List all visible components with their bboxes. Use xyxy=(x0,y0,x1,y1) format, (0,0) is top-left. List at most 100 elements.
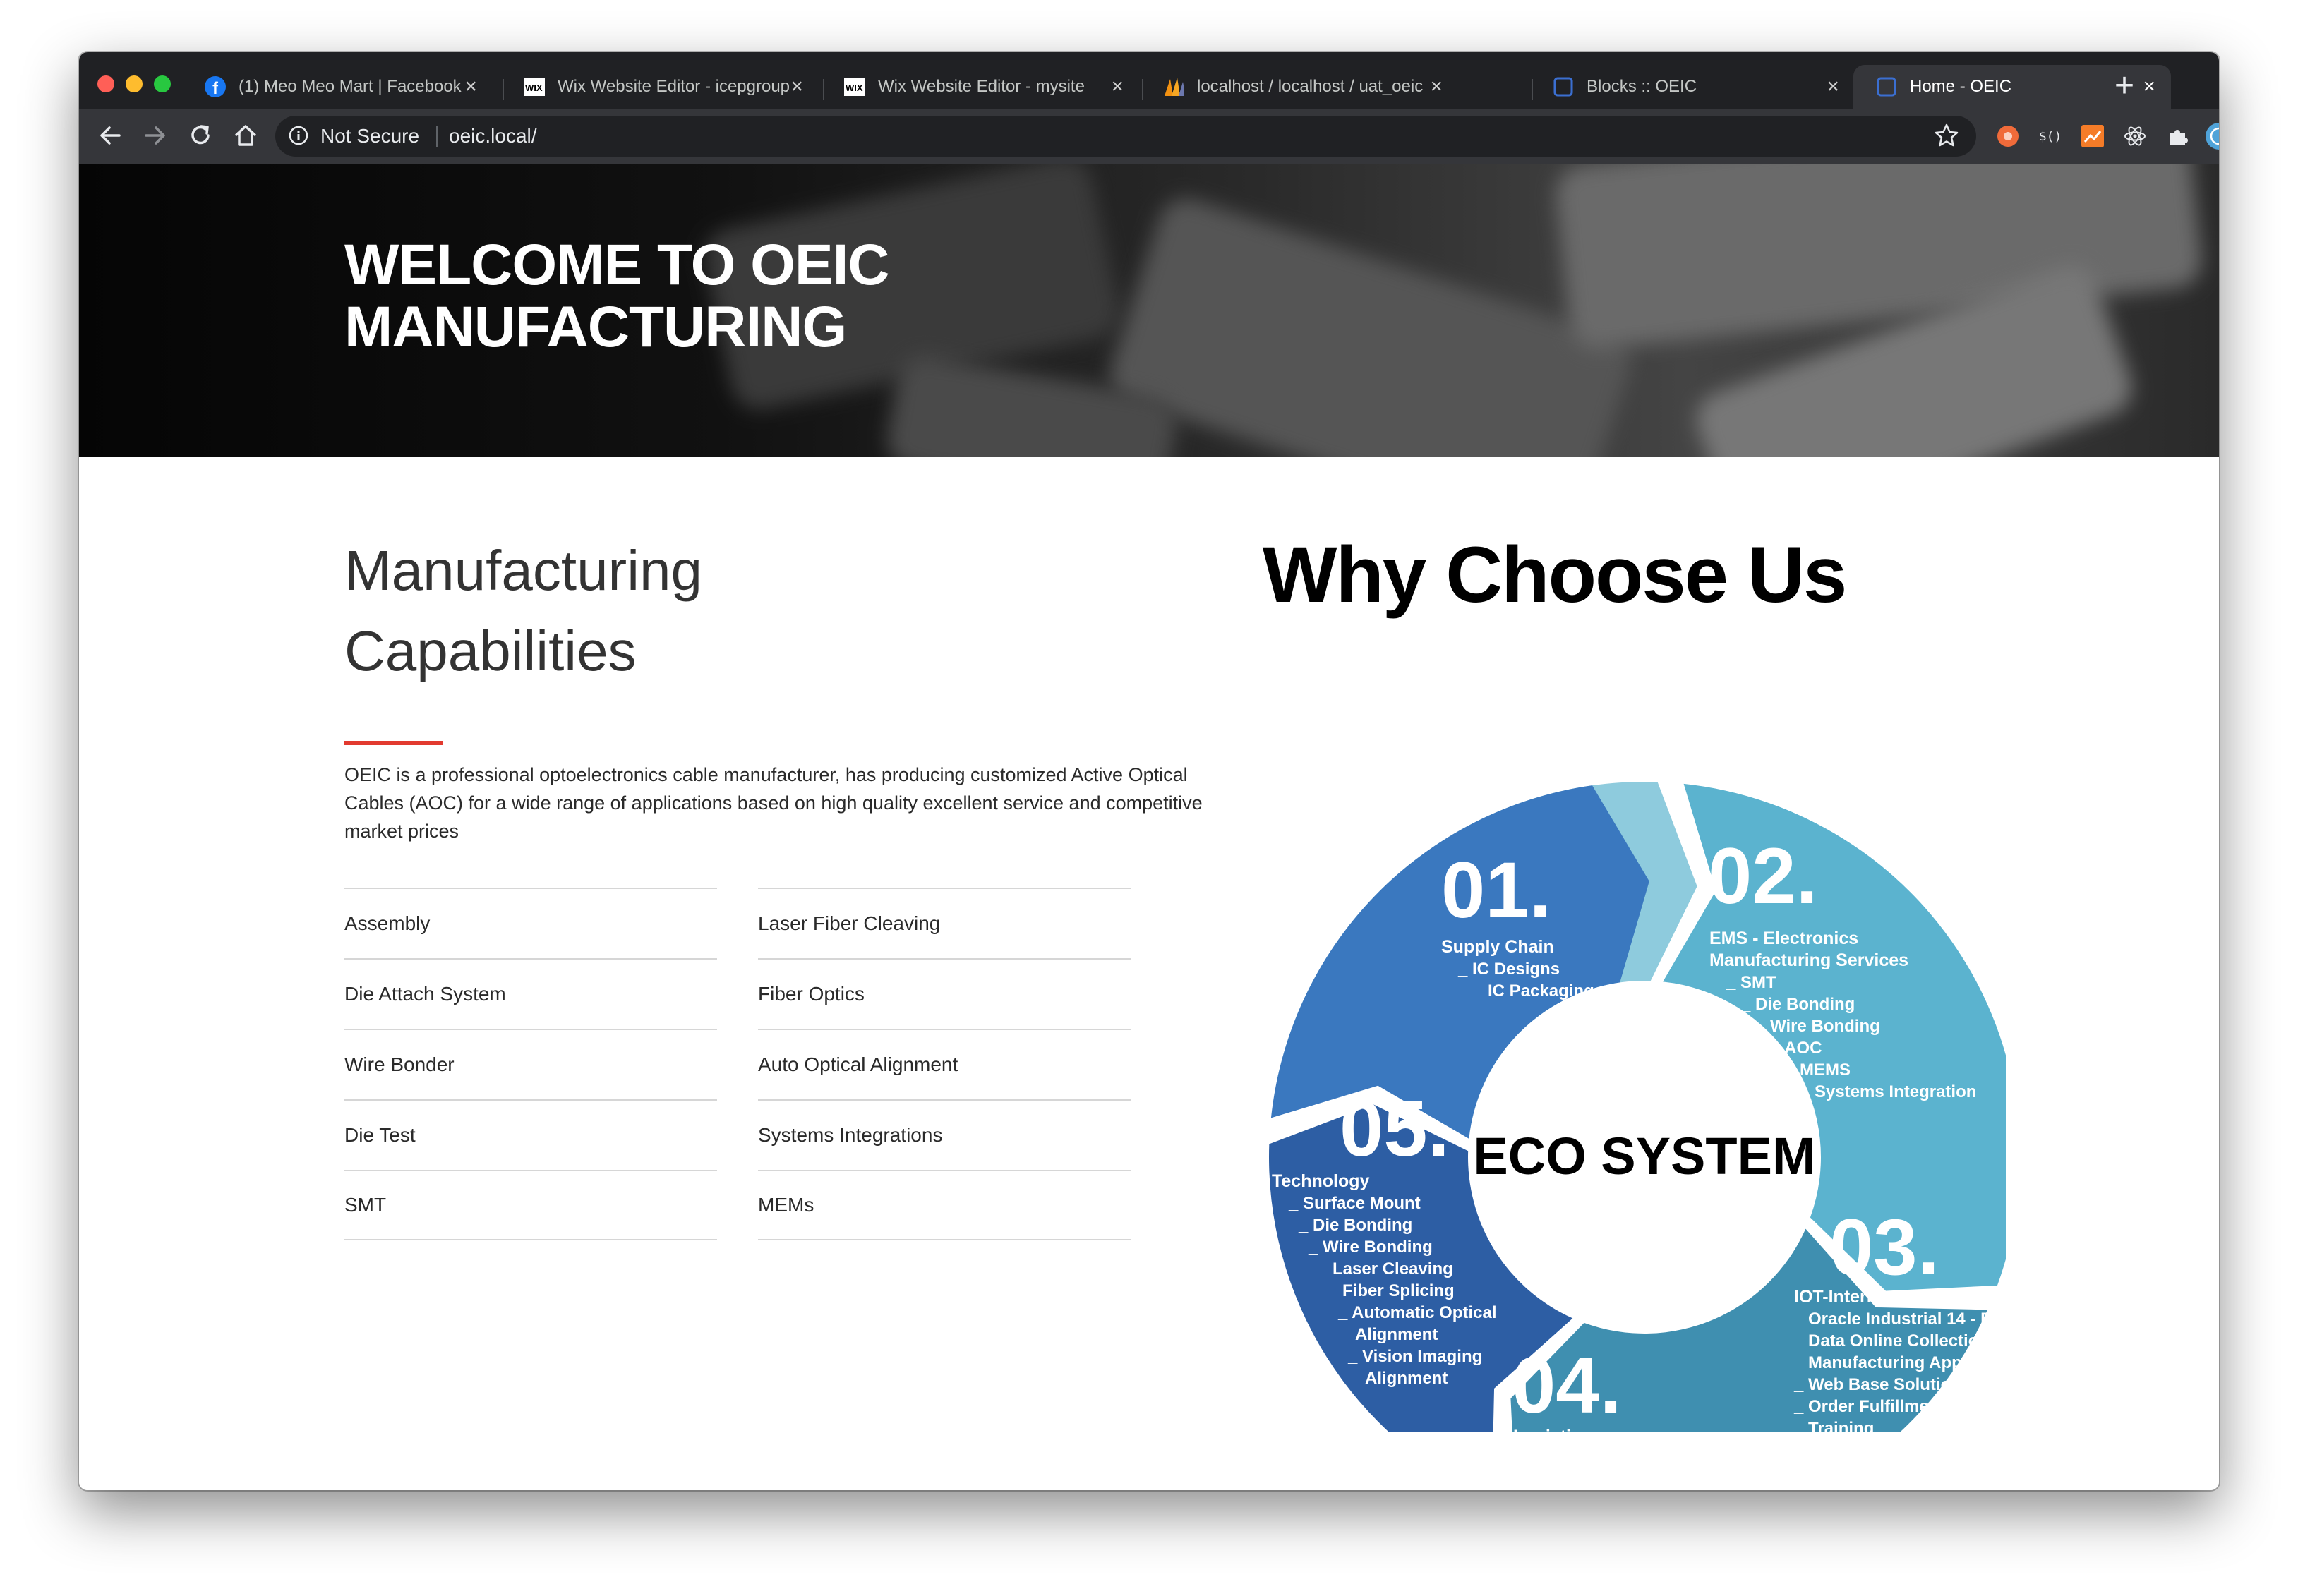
hero-background-shape xyxy=(1102,191,1639,457)
wix-icon: WIX xyxy=(524,76,545,97)
eco-segment-item: _ Training xyxy=(1793,1419,1874,1432)
omnibox-divider xyxy=(436,126,438,147)
info-icon[interactable] xyxy=(288,125,309,146)
eco-segment-item: _ Web Base Solutions xyxy=(1793,1375,1971,1394)
eco-segment-heading: Supply Chain xyxy=(1441,937,1554,957)
tab-blocks-oeic[interactable]: Blocks :: OEIC × xyxy=(1530,65,1855,109)
hero-title: WELCOME TO OEIC MANUFACTURING xyxy=(344,233,890,359)
tab-close-icon[interactable]: × xyxy=(1111,75,1124,99)
why-choose-us-heading: Why Choose Us xyxy=(1262,531,1848,619)
tab-close-icon[interactable]: × xyxy=(1827,75,1839,99)
eco-segment-item: _ MEMS xyxy=(1785,1060,1851,1080)
eco-segment-number: 01. xyxy=(1441,846,1551,934)
security-label: Not Secure xyxy=(320,125,420,147)
wix-icon: WIX xyxy=(844,76,865,97)
tab-close-icon[interactable]: × xyxy=(790,75,803,99)
eco-segment-heading: EMS - Electronics xyxy=(1709,929,1858,948)
tab-title: Blocks :: OEIC xyxy=(1587,77,1697,96)
capability-item: Systems Integrations xyxy=(758,1099,1131,1170)
eco-segment-item: _ Oracle Industrial 14 - ERP xyxy=(1793,1310,2006,1329)
eco-segment-item: _ Die Bonding xyxy=(1740,995,1855,1014)
eco-segment-item: _ Die Bonding xyxy=(1298,1216,1412,1235)
tab-close-icon[interactable]: × xyxy=(464,75,477,99)
svg-text:f: f xyxy=(212,79,219,97)
eco-segment-item: _ Fiber Splicing xyxy=(1328,1281,1455,1300)
capability-item: Die Attach System xyxy=(344,958,717,1029)
eco-segment-item: _ Order Fulfillmentt xyxy=(1793,1397,1950,1416)
eco-segment-item: _ Vision Imaging xyxy=(1347,1347,1482,1366)
ext-chart-icon[interactable] xyxy=(2081,124,2105,148)
tab-close-icon[interactable]: × xyxy=(2143,75,2155,99)
minimize-window-button[interactable] xyxy=(126,75,143,92)
tab-title: (1) Meo Meo Mart | Facebook xyxy=(239,77,462,96)
eco-segment-item: _ Wire Bonding xyxy=(1755,1017,1880,1036)
forward-button[interactable] xyxy=(138,119,172,152)
capability-item: Auto Optical Alignment xyxy=(758,1029,1131,1099)
svg-text:WIX: WIX xyxy=(525,83,543,93)
eco-segment-heading: IOT-Internet Of Things xyxy=(1794,1287,1980,1307)
hero-banner: WELCOME TO OEIC MANUFACTURING xyxy=(79,164,2219,457)
arrow-right-icon xyxy=(145,126,165,145)
capability-item: Wire Bonder xyxy=(344,1029,717,1099)
eco-segment-item: _ IC Designs xyxy=(1457,960,1560,979)
capabilities-heading: Manufacturing Capabilities xyxy=(344,539,702,682)
address-bar[interactable]: Not Secure oeic.local/ xyxy=(275,116,1976,157)
eco-segment-heading: Logistics xyxy=(1513,1427,1591,1432)
ext-dollar-icon[interactable]: $() xyxy=(2038,124,2062,148)
eco-segment-item: _ AOC xyxy=(1770,1039,1822,1058)
eco-segment-item: _ SMT xyxy=(1726,973,1776,992)
eco-segment-item: _ Automatic Optical xyxy=(1337,1303,1496,1322)
eco-segment-item: _ Wire Bonding xyxy=(1308,1238,1433,1257)
browser-toolbar: Not Secure oeic.local/ $() xyxy=(79,109,2219,164)
svg-text:WIX: WIX xyxy=(846,83,863,93)
new-tab-button[interactable]: + xyxy=(2114,66,2134,105)
eco-segment-item: _ Systems Integration xyxy=(1800,1082,1976,1101)
tab-phpmyadmin[interactable]: localhost / localhost / uat_oeic × xyxy=(1141,65,1458,109)
profile-avatar[interactable] xyxy=(2205,122,2219,150)
zoom-window-button[interactable] xyxy=(154,75,171,92)
eco-segment-item: _ IC Packaging xyxy=(1473,981,1594,1000)
page-icon xyxy=(1876,76,1897,97)
url-text[interactable]: oeic.local/ xyxy=(449,125,537,147)
capability-item: Die Test xyxy=(344,1099,717,1170)
tab-facebook[interactable]: f (1) Meo Meo Mart | Facebook × xyxy=(182,65,493,109)
tab-wix-mysite[interactable]: WIX Wix Website Editor - mysite × xyxy=(822,65,1139,109)
eco-segment-item: _ Laser Cleaving xyxy=(1318,1259,1453,1278)
ext-orange-icon[interactable] xyxy=(1996,124,2020,148)
phpmyadmin-icon xyxy=(1163,76,1184,97)
tab-close-icon[interactable]: × xyxy=(1430,75,1443,99)
puzzle-icon[interactable] xyxy=(2165,124,2189,148)
capability-item: Fiber Optics xyxy=(758,958,1131,1029)
browser-window: f (1) Meo Meo Mart | Facebook × WIX Wix … xyxy=(79,52,2219,1490)
eco-system-diagram: ECO SYSTEM 01. Supply Chain _ IC Designs _ I… xyxy=(1269,782,2006,1432)
facebook-icon: f xyxy=(205,76,226,97)
home-button[interactable] xyxy=(229,119,263,152)
eco-segment-item: _ Data Online Collection xyxy=(1793,1331,1989,1350)
tab-title: Wix Website Editor - mysite xyxy=(878,77,1085,96)
eco-segment-number: 02. xyxy=(1708,832,1818,920)
eco-segment-heading: Manufacturing Services xyxy=(1709,950,1908,970)
heading-underline xyxy=(344,741,443,745)
capability-item: MEMs xyxy=(758,1170,1131,1240)
capabilities-list-right: Laser Fiber Cleaving Fiber Optics Auto O… xyxy=(758,888,1131,1240)
tab-title: Wix Website Editor - icepgroup xyxy=(558,77,790,96)
reload-button[interactable] xyxy=(184,119,217,152)
eco-segment-item: Alignment xyxy=(1355,1325,1438,1344)
eco-segment-item: _ Surface Mount xyxy=(1288,1194,1421,1213)
close-window-button[interactable] xyxy=(97,75,114,92)
capability-item: Assembly xyxy=(344,888,717,958)
tab-strip: f (1) Meo Meo Mart | Facebook × WIX Wix … xyxy=(79,52,2219,109)
arrow-left-icon xyxy=(100,126,121,145)
tab-title: localhost / localhost / uat_oeic xyxy=(1197,77,1424,96)
web-page: WELCOME TO OEIC MANUFACTURING Manufactur… xyxy=(79,164,2219,1490)
react-devtools-icon[interactable] xyxy=(2123,124,2147,148)
capability-item: SMT xyxy=(344,1170,717,1240)
capabilities-list-left: Assembly Die Attach System Wire Bonder D… xyxy=(344,888,717,1240)
eco-segment-number: 05. xyxy=(1340,1084,1450,1173)
capability-item: Laser Fiber Cleaving xyxy=(758,888,1131,958)
back-button[interactable] xyxy=(93,119,127,152)
tab-wix-icepgroup[interactable]: WIX Wix Website Editor - icepgroup × xyxy=(501,65,819,109)
eco-segment-number: 03. xyxy=(1829,1203,1939,1291)
eco-segment-heading: Technology xyxy=(1272,1171,1370,1191)
bookmark-star-icon[interactable] xyxy=(1934,123,1959,148)
